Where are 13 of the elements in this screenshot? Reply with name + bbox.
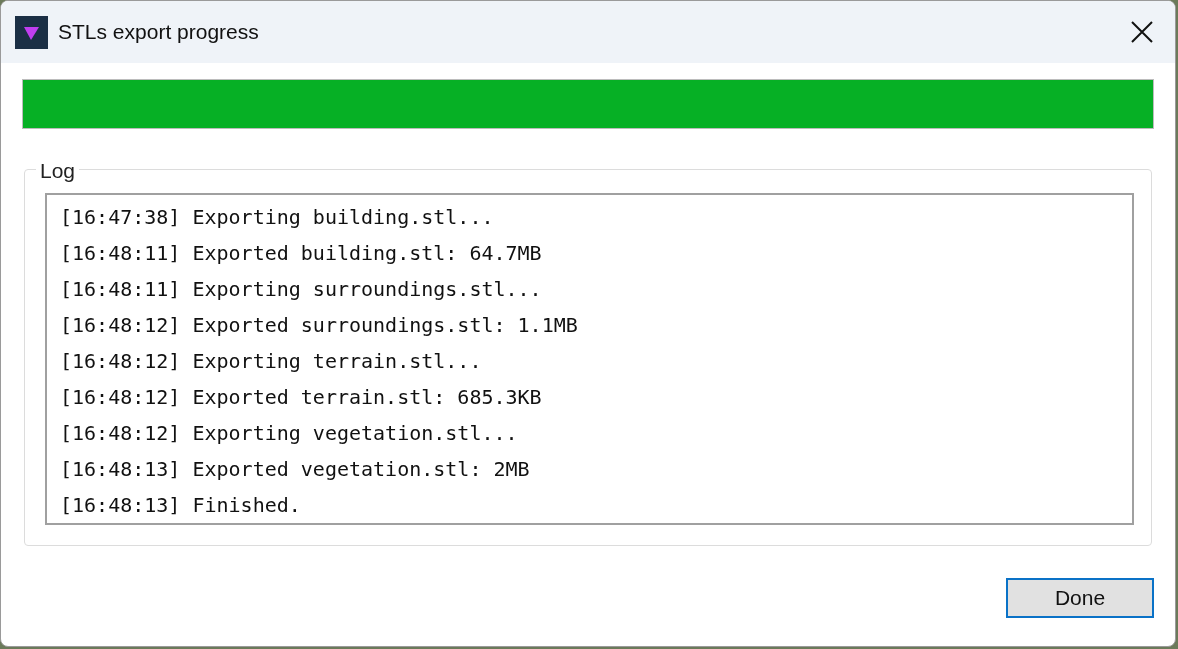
log-line: [16:48:12] Exporting terrain.stl... [60, 348, 483, 375]
log-line: [16:48:12] Exporting vegetation.stl... [60, 420, 519, 447]
done-button[interactable]: Done [1006, 578, 1154, 618]
close-icon [1131, 21, 1153, 43]
log-line: [16:48:13] Finished. [60, 492, 302, 519]
log-line: [16:48:12] Exported terrain.stl: 685.3KB [60, 384, 543, 411]
log-line: [16:48:11] Exporting surroundings.stl... [60, 276, 543, 303]
window-title: STLs export progress [58, 19, 259, 46]
log-line: [16:48:11] Exported building.stl: 64.7MB [60, 240, 543, 267]
log-line: [16:48:13] Exported vegetation.stl: 2MB [60, 456, 531, 483]
log-line: [16:48:12] Exported surroundings.stl: 1.1MB [60, 312, 579, 339]
app-logo-icon [15, 15, 48, 49]
log-line: [16:47:38] Exporting building.stl... [60, 204, 495, 231]
